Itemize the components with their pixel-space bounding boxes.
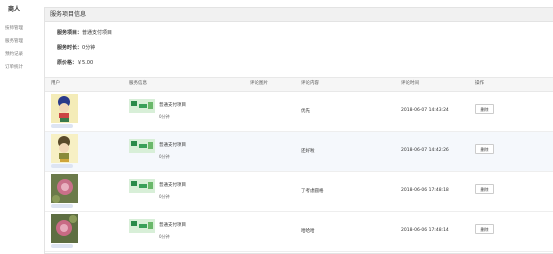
sidebar-item-order-stats[interactable]: 订单统计 [5,64,23,70]
header-comment-time: 评论时间 [401,81,419,86]
price-label: 原价格： [57,60,78,66]
sidebar-item-services[interactable]: 服务管理 [5,38,23,44]
delete-button[interactable]: 删除 [475,104,494,114]
comment-time: 2018-06-06 17:48:18 [401,188,449,193]
delete-button[interactable]: 删除 [475,184,494,194]
duration-value: 0分钟 [82,45,96,51]
table-header: 用户 服务信息 评论图片 评论内容 评论时间 操作 [45,77,553,92]
service-thumbnail [129,138,155,153]
delete-button[interactable]: 删除 [475,224,494,234]
comment-content: 哈哈哈 [301,229,315,234]
delete-button[interactable]: 删除 [475,144,494,154]
user-avatar [51,174,78,203]
user-avatar [51,214,78,243]
service-name-value: 普通支付项目 [82,30,113,36]
service-name: 普通支付项目 [159,103,186,108]
username-redacted [51,244,73,248]
comment-content: 优先 [301,109,310,114]
service-thumbnail [129,98,155,113]
service-name: 普通支付项目 [159,143,186,148]
info-price: 原价格：￥5.00 [57,59,93,66]
service-thumbnail [129,178,155,193]
table-row: 普通支付项目 0分钟 哈哈哈 2018-06-06 17:48:14 删除 [45,212,553,252]
service-duration: 0分钟 [159,194,170,199]
main-panel: 服务项目信息 服务项目：普通支付项目 服务时长：0分钟 原价格：￥5.00 用户… [44,7,553,254]
comment-time: 2018-06-07 14:42:26 [401,148,449,153]
service-name: 普通支付项目 [159,183,186,188]
table-row: 普通支付项目 0分钟 还好啦 2018-06-07 14:42:26 删除 [45,132,553,172]
sidebar-item-technicians[interactable]: 技师管理 [5,25,23,31]
service-duration: 0分钟 [159,154,170,159]
service-duration: 0分钟 [159,234,170,239]
sidebar-item-appointments[interactable]: 预约记录 [5,51,23,57]
header-actions: 操作 [475,81,484,86]
username-redacted [51,164,73,168]
service-name-label: 服务项目： [57,30,83,36]
table-row: 普通支付项目 0分钟 了考虑圆格 2018-06-06 17:48:18 删除 [45,172,553,212]
service-thumbnail [129,218,155,233]
service-duration: 0分钟 [159,114,170,119]
duration-label: 服务时长： [57,45,83,51]
user-avatar [51,94,78,123]
header-comment-content: 评论内容 [301,81,319,86]
header-comment-images: 评论图片 [250,81,268,86]
username-redacted [51,204,73,208]
comment-time: 2018-06-07 14:43:24 [401,108,449,113]
info-duration: 服务时长：0分钟 [57,44,95,51]
table-row: 普通支付项目 0分钟 优先 2018-06-07 14:43:24 删除 [45,92,553,132]
sidebar: 商人 技师管理 服务管理 预约记录 订单统计 [0,0,38,254]
price-value: ￥5.00 [77,60,94,66]
comment-content: 了考虑圆格 [301,189,324,194]
sidebar-title: 商人 [8,6,21,13]
comment-time: 2018-06-06 17:48:14 [401,228,449,233]
service-name: 普通支付项目 [159,223,186,228]
panel-title: 服务项目信息 [45,8,553,22]
header-user: 用户 [51,81,60,86]
info-service-name: 服务项目：普通支付项目 [57,29,112,36]
comment-content: 还好啦 [301,149,315,154]
user-avatar [51,134,78,163]
username-redacted [51,124,73,128]
header-service-info: 服务信息 [129,81,147,86]
